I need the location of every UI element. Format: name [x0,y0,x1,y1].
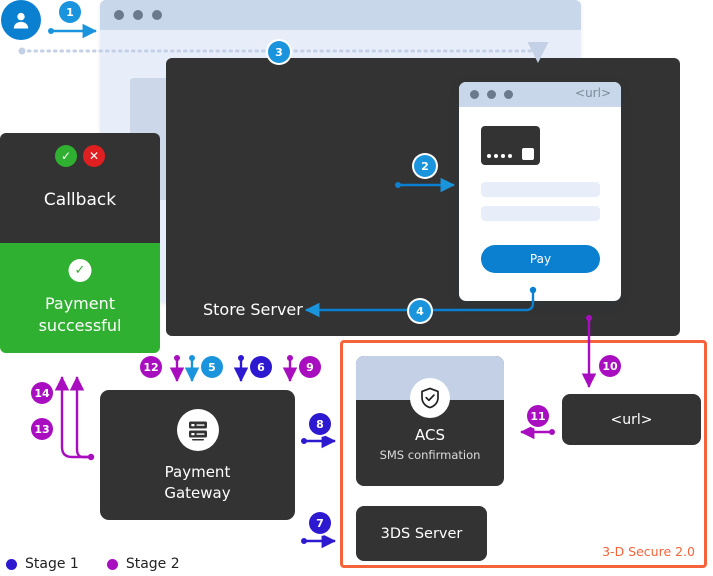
payment-window-titlebar: <url> [459,82,621,107]
step-badge-5: 5 [201,356,223,378]
step-badge-2: 2 [414,155,436,177]
window-dot-minimize[interactable] [133,10,143,20]
arrow-step-8 [301,433,336,449]
window-dot-maximize[interactable] [152,10,162,20]
arrow-step-6 [233,355,249,382]
window-dot-minimize[interactable] [487,90,496,99]
step-badge-9: 9 [299,356,321,378]
three-d-secure-caption: 3-D Secure 2.0 [602,544,695,559]
legend-item-stage2: Stage 2 [106,556,180,572]
step-badge-6: 6 [250,356,272,378]
payment-successful-line1: Payment [44,294,116,313]
arrow-step-5 [184,355,200,382]
arrow-step-1 [48,23,97,39]
shield-check-icon [410,378,450,418]
step-badge-13: 13 [31,418,53,440]
step-badge-14: 14 [31,382,53,404]
legend: Stage 1 Stage 2 [6,556,180,572]
payment-successful-card: ✓ Payment successful [0,243,160,353]
step-badge-8: 8 [309,413,331,435]
step-badge-7: 7 [309,512,331,534]
step-badge-10: 10 [599,355,621,377]
legend-dot-icon [6,558,17,570]
credit-card-icon [481,126,540,165]
step-badge-4: 4 [409,300,431,322]
store-window-controls[interactable] [114,10,162,20]
callback-status-icons: ✓ ✕ [55,145,105,167]
payment-gateway-label: Payment Gateway [100,462,295,504]
payment-successful-line2: successful [38,316,122,335]
window-dot-close[interactable] [470,90,479,99]
arrow-step-14 [69,376,91,459]
window-dot-maximize[interactable] [504,90,513,99]
callback-card: ✓ ✕ Callback [0,133,160,243]
step-badge-12: 12 [140,356,162,378]
store-server-label: Store Server [203,300,303,319]
step-badge-3: 3 [268,41,290,63]
arrow-step-13 [54,376,95,461]
payment-window-url: <url> [575,86,611,100]
payment-successful-label: Payment successful [0,293,160,337]
card-dots [487,154,512,158]
legend-dot-icon [106,558,118,570]
payment-input-field[interactable] [481,182,600,197]
arrow-step-9 [282,355,298,382]
server-icon [176,409,219,451]
three-ds-server-card: 3DS Server [356,506,487,561]
check-circle-icon: ✓ [55,145,77,167]
pay-button[interactable]: Pay [481,245,600,273]
acs-subtitle: SMS confirmation [379,448,481,462]
acs-title: ACS [415,426,445,444]
legend-item-stage1: Stage 1 [6,556,79,572]
step-badge-11: 11 [527,405,549,427]
arrow-step-12 [169,355,185,382]
diagram-canvas: Store Buy Store Server <url> Pay ✓ ✕ Ca [0,0,713,576]
store-window-titlebar [100,0,581,30]
payment-gateway-line2: Gateway [164,484,231,502]
window-dot-close[interactable] [114,10,124,20]
payment-browser-window: <url> Pay [459,82,621,301]
callback-label: Callback [43,190,117,210]
payment-gateway-line1: Payment [164,463,231,481]
payment-input-field[interactable] [481,206,600,221]
url-card: <url> [562,394,701,445]
acs-card: ACS SMS confirmation [356,356,504,486]
payment-window-controls[interactable] [470,90,513,99]
check-circle-icon: ✓ [68,259,92,282]
legend-label-stage1: Stage 1 [25,556,79,572]
arrow-step-7 [301,533,336,549]
cross-circle-icon: ✕ [83,145,105,167]
payment-gateway-card: Payment Gateway [100,390,295,520]
user-icon [1,0,41,40]
step-badge-1: 1 [59,1,81,23]
legend-label-stage2: Stage 2 [125,556,180,572]
card-chip [522,148,534,160]
